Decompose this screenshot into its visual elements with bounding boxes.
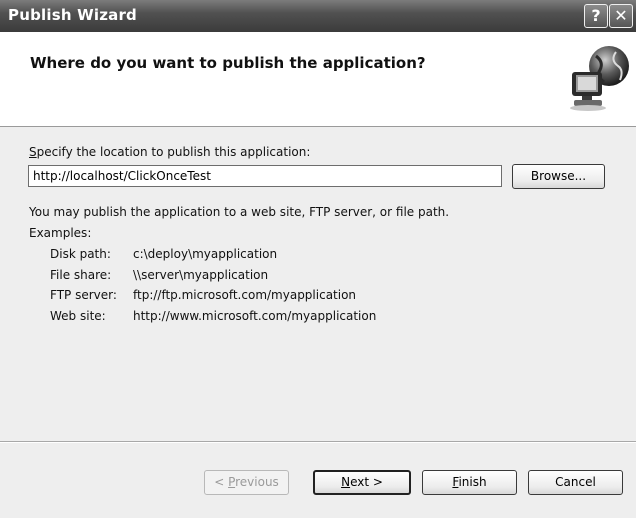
- publish-hint-text: You may publish the application to a web…: [29, 205, 450, 219]
- globe-computer-icon: [570, 46, 629, 111]
- example-key: FTP server:: [50, 288, 117, 302]
- example-value: \\server\myapplication: [133, 268, 269, 282]
- window-title: Publish Wizard: [8, 6, 137, 24]
- example-key: Disk path:: [50, 247, 111, 261]
- cancel-button[interactable]: Cancel: [528, 470, 623, 495]
- help-button[interactable]: ?: [584, 4, 608, 28]
- next-button[interactable]: Next >: [313, 470, 411, 495]
- location-label: Specify the location to publish this app…: [29, 145, 311, 159]
- publish-wizard-window: Publish Wizard ? ✕ Where do you want to …: [0, 0, 636, 518]
- example-key: Web site:: [50, 309, 106, 323]
- footer-divider: [0, 441, 636, 443]
- finish-button[interactable]: Finish: [422, 470, 517, 495]
- close-button[interactable]: ✕: [609, 4, 633, 28]
- example-value: http://www.microsoft.com/myapplication: [133, 309, 377, 323]
- browse-button[interactable]: Browse...: [512, 164, 605, 189]
- title-bar[interactable]: Publish Wizard ? ✕: [0, 0, 636, 32]
- example-key: File share:: [50, 268, 112, 282]
- example-value: c:\deploy\myapplication: [133, 247, 278, 261]
- page-title: Where do you want to publish the applica…: [30, 54, 426, 72]
- location-input[interactable]: [28, 165, 502, 187]
- example-value: ftp://ftp.microsoft.com/myapplication: [133, 288, 357, 302]
- wizard-content: Specify the location to publish this app…: [0, 127, 636, 441]
- wizard-header: Where do you want to publish the applica…: [0, 32, 636, 127]
- examples-label: Examples:: [29, 226, 92, 240]
- previous-button[interactable]: < Previous: [204, 470, 289, 495]
